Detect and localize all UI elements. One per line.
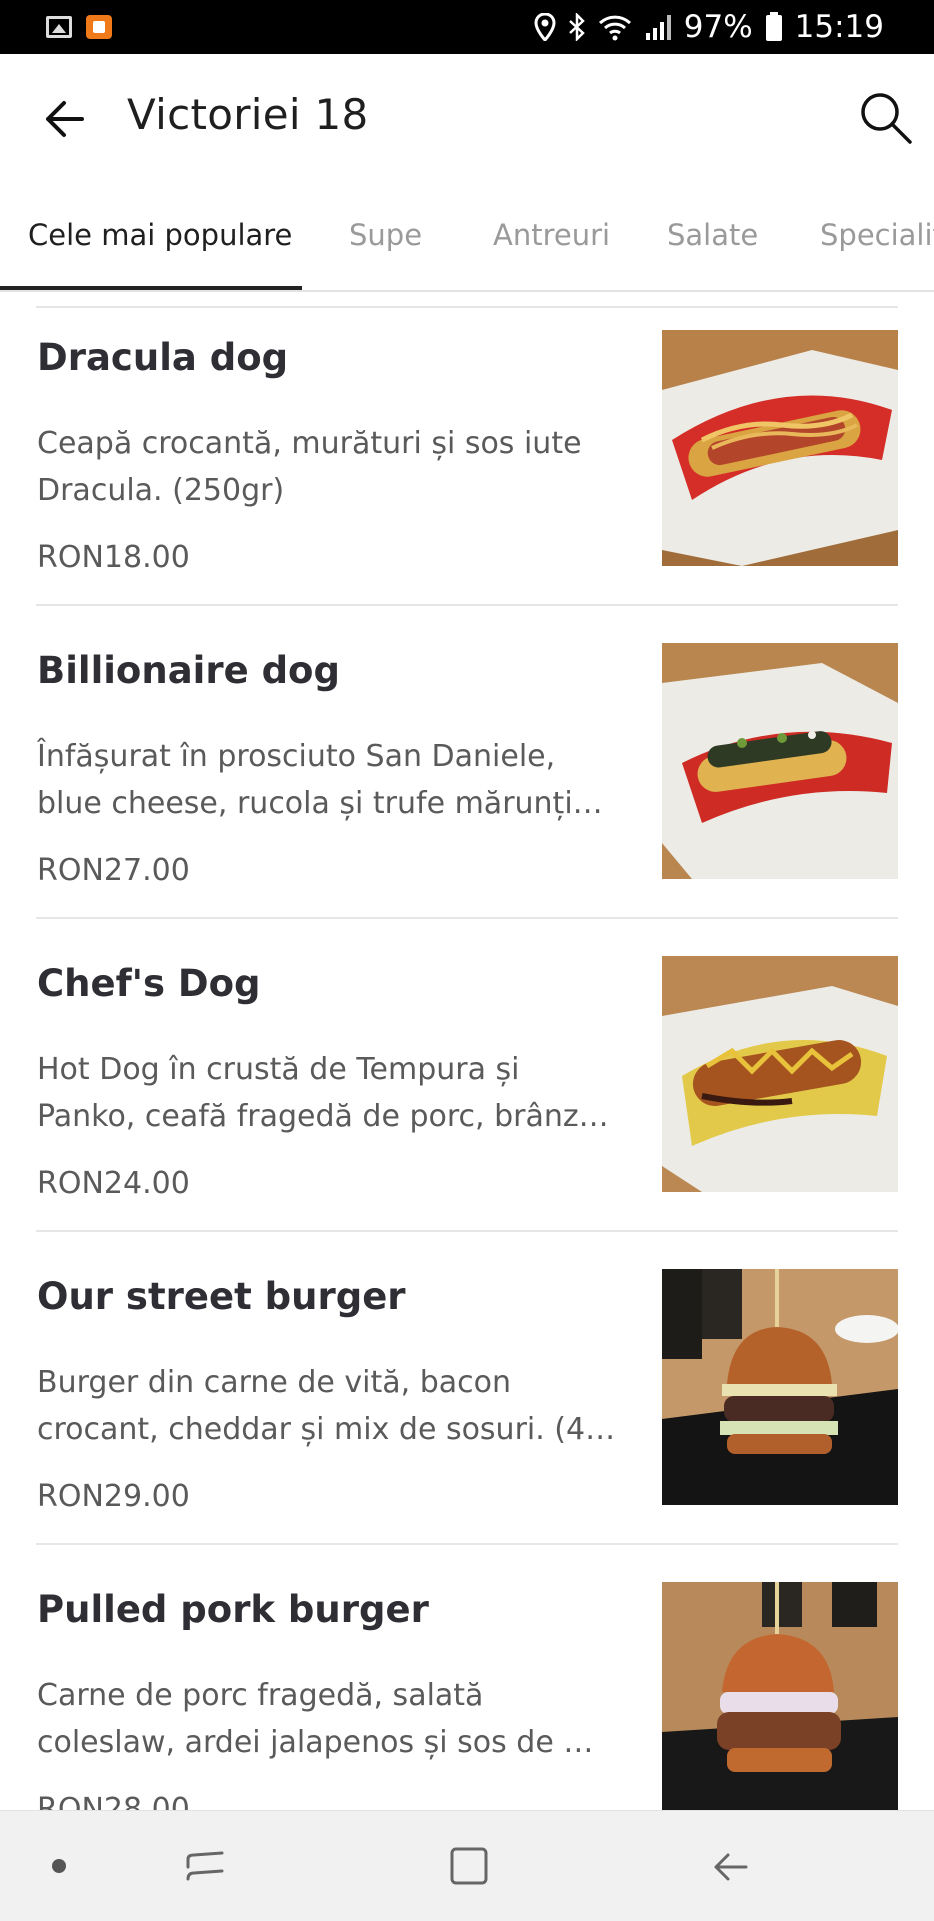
item-price: RON28.00 [37,1792,190,1810]
item-name: Our street burger [37,1275,406,1318]
arrow-left-icon[interactable] [40,94,90,144]
menu-item-our-street-burger[interactable]: Our street burger Burger din carne de vi… [0,1231,934,1545]
battery-icon [765,12,782,41]
item-name: Pulled pork burger [37,1588,429,1631]
status-bar: 97% 15:19 [0,0,934,54]
item-photo [662,643,898,879]
menu-item-chefs-dog[interactable]: Chef's Dog Hot Dog în crustă de Tempura … [0,918,934,1232]
category-tabs: Cele mai populare Supe Antreuri Salate S… [0,182,934,292]
menu-item-dracula-dog[interactable]: Dracula dog Ceapă crocantă, murături și … [0,292,934,606]
item-price: RON24.00 [37,1166,190,1201]
item-description: Înfășurat în prosciuto San Daniele, blue… [37,739,603,821]
page-title: Victoriei 18 [127,90,369,139]
bluetooth-icon [568,13,585,41]
item-photo [662,1582,898,1810]
tab-specialitati[interactable]: Specialit [820,218,934,252]
recent-apps-icon[interactable] [182,1845,230,1889]
tab-supe[interactable]: Supe [349,218,422,252]
menu-list[interactable]: Dracula dog Ceapă crocantă, murături și … [0,292,934,1810]
app-notification-icon [86,15,112,39]
status-bar-system: 97% 15:19 [534,9,884,45]
battery-percent: 97% [683,9,753,45]
item-photo [662,956,898,1192]
item-description: Carne de porc fragedă, salată coleslaw, … [37,1678,594,1760]
wifi-icon [598,15,631,41]
system-nav-bar [0,1810,934,1921]
item-photo [662,1269,898,1505]
menu-item-billionaire-dog[interactable]: Billionaire dog Înfășurat în prosciuto S… [0,605,934,919]
search-icon[interactable] [858,90,914,146]
signal-icon [645,15,671,40]
home-icon[interactable] [448,1845,490,1887]
nav-dot-icon[interactable] [52,1859,66,1873]
gallery-notification-icon [46,16,72,38]
item-price: RON27.00 [37,853,190,888]
status-bar-notifications [46,15,112,39]
menu-item-pulled-pork-burger[interactable]: Pulled pork burger Carne de porc fragedă… [0,1544,934,1810]
tab-antreuri[interactable]: Antreuri [493,218,610,252]
tab-cele-mai-populare[interactable]: Cele mai populare [28,218,292,252]
item-price: RON18.00 [37,540,190,575]
app-bar: Victoriei 18 [0,54,934,182]
item-photo [662,330,898,566]
active-tab-indicator [0,286,302,290]
tab-salate[interactable]: Salate [667,218,758,252]
back-icon[interactable] [708,1845,752,1889]
item-name: Chef's Dog [37,962,261,1005]
clock: 15:19 [794,9,884,45]
location-icon [534,13,556,41]
item-description: Hot Dog în crustă de Tempura și Panko, c… [37,1052,609,1134]
item-name: Billionaire dog [37,649,340,692]
item-price: RON29.00 [37,1479,190,1514]
item-description: Burger din carne de vită, bacon crocant,… [37,1365,616,1447]
item-description: Ceapă crocantă, murături și sos iute Dra… [37,426,582,508]
item-name: Dracula dog [37,336,289,379]
